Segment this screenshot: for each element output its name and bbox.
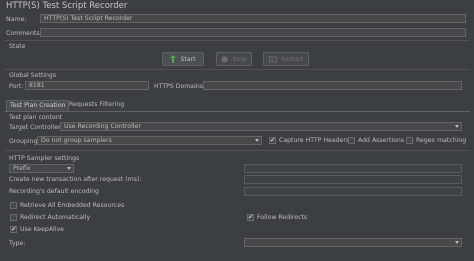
chevron-down-icon [455, 241, 459, 244]
chevron-down-icon [455, 125, 459, 128]
follow-redirects-checkbox[interactable]: Follow Redirects [247, 213, 308, 221]
divider [4, 150, 470, 151]
checkbox-box[interactable] [10, 225, 17, 233]
checkbox-box[interactable] [247, 213, 254, 221]
encoding-label: Recording's default encoding [9, 188, 99, 195]
port-label: Port: [9, 83, 24, 90]
redirect-automatically-label: Redirect Automatically [20, 214, 91, 221]
checkbox-box[interactable] [10, 202, 17, 209]
grouping-select[interactable]: Do not group samplers [37, 136, 262, 145]
redirect-automatically-checkbox[interactable]: Redirect Automatically [10, 214, 90, 221]
grouping-value: Do not group samplers [41, 137, 112, 144]
add-assertions-checkbox[interactable]: Add Assertions [348, 137, 404, 144]
comments-label: Comments: [6, 30, 42, 37]
regex-matching-label: Regex matching [416, 137, 467, 144]
tab-test-plan-creation[interactable]: Test Plan Creation [6, 100, 70, 111]
divider [4, 40, 470, 41]
tab-divider [4, 111, 470, 112]
https-domains-label: HTTPS Domains: [154, 83, 206, 90]
sampler-settings-label: HTTP Sampler settings [9, 155, 80, 162]
state-label: State [9, 43, 26, 50]
type-label: Type: [9, 240, 26, 247]
retrieve-resources-label: Retrieve All Embedded Resources [20, 202, 125, 209]
port-input[interactable]: 8181 [25, 81, 149, 90]
transaction-input[interactable] [244, 175, 462, 184]
stop-button[interactable]: Stop [216, 52, 252, 66]
type-select[interactable] [244, 238, 462, 247]
follow-redirects-label: Follow Redirects [257, 214, 308, 221]
retrieve-resources-checkbox[interactable]: Retrieve All Embedded Resources [10, 202, 124, 209]
prefix-value: Prefix [13, 165, 31, 172]
capture-headers-checkbox[interactable]: Capture HTTP Headers [269, 136, 350, 144]
add-assertions-label: Add Assertions [358, 137, 405, 144]
checkbox-box[interactable] [406, 137, 413, 144]
transaction-label: Create new transaction after request (ms… [9, 176, 142, 183]
restart-button[interactable]: Restart [263, 52, 309, 66]
chevron-down-icon [67, 167, 71, 170]
use-keepalive-checkbox[interactable]: Use KeepAlive [10, 225, 64, 233]
target-controller-label: Target Controller: [9, 124, 63, 131]
start-icon [170, 55, 177, 63]
checkbox-box[interactable] [348, 137, 355, 144]
stop-label: Stop [232, 55, 247, 63]
regex-matching-checkbox[interactable]: Regex matching [406, 137, 466, 144]
chevron-down-icon [255, 139, 259, 142]
restart-icon [268, 56, 277, 62]
capture-headers-label: Capture HTTP Headers [279, 137, 350, 144]
stop-icon [221, 55, 229, 63]
https-domains-input[interactable] [203, 81, 462, 90]
restart-label: Restart [280, 55, 304, 63]
divider [4, 69, 470, 70]
target-controller-value: Use Recording Controller [64, 123, 141, 130]
tab-requests-filtering[interactable]: Requests Filtering [66, 100, 127, 111]
name-input[interactable]: HTTP(S) Test Script Recorder [40, 14, 466, 23]
grouping-label: Grouping: [9, 138, 40, 145]
encoding-input[interactable] [244, 187, 462, 196]
prefix-select[interactable]: Prefix [9, 164, 74, 173]
target-controller-select[interactable]: Use Recording Controller [60, 122, 462, 131]
name-label: Name: [6, 16, 27, 23]
checkbox-box[interactable] [269, 136, 276, 144]
comments-input[interactable] [40, 28, 466, 37]
window-title: HTTP(S) Test Script Recorder [6, 1, 128, 11]
global-settings-label: Global Settings [9, 72, 57, 79]
use-keepalive-label: Use KeepAlive [20, 226, 64, 233]
start-label: Start [180, 55, 196, 63]
start-button[interactable]: Start [162, 52, 204, 66]
test-plan-content-label: Test plan content [9, 114, 63, 121]
prefix-input[interactable] [244, 164, 462, 173]
checkbox-box[interactable] [10, 214, 17, 221]
